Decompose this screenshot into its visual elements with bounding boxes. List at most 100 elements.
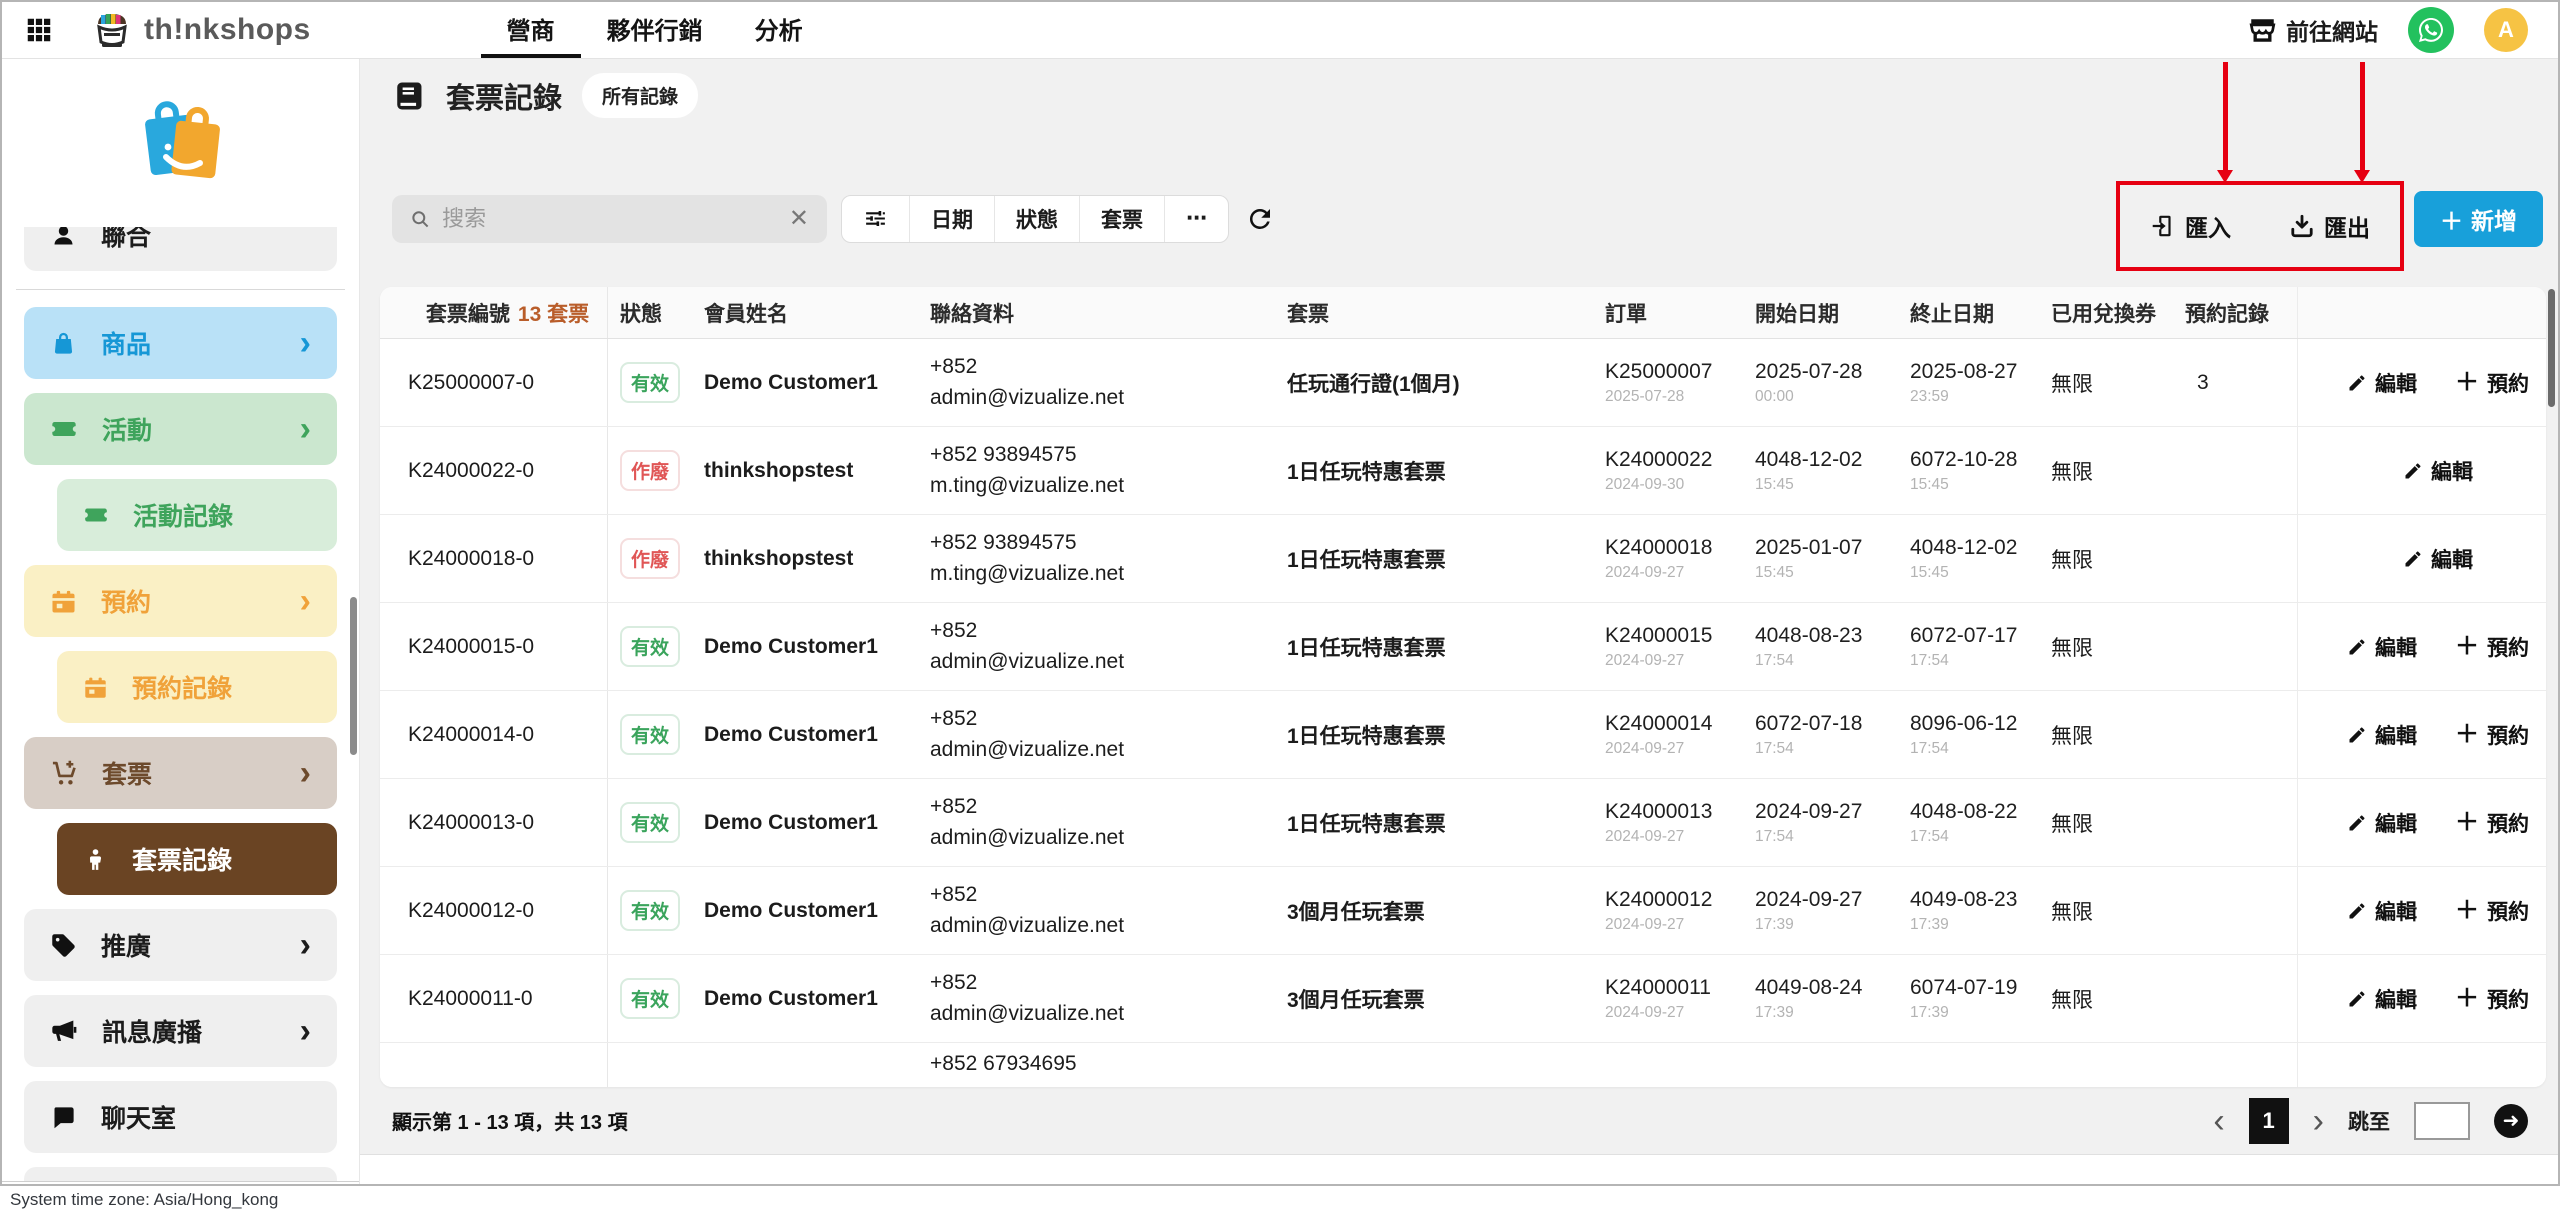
filter-date-button[interactable]: 日期 xyxy=(909,196,994,242)
sidebar: 聯合 商品 › 活動 › 活動記錄 xyxy=(2,59,359,1184)
end-date xyxy=(1898,1043,2043,1087)
header-order: 訂單 xyxy=(1593,287,1743,338)
plus-icon: ＋ xyxy=(2440,202,2463,236)
jump-page-input[interactable] xyxy=(2414,1102,2470,1140)
sidebar-item-event-records[interactable]: 活動記錄 xyxy=(57,479,337,551)
export-button[interactable]: 匯出 xyxy=(2289,209,2370,243)
order-number: K240000152024-09-27 xyxy=(1593,603,1743,690)
pencil-icon xyxy=(2403,461,2423,481)
sidebar-item-booking-records[interactable]: 預約記錄 xyxy=(57,651,337,723)
prev-page-button[interactable]: ‹ xyxy=(2213,1104,2224,1138)
package-name: 1日任玩特惠套票 xyxy=(1273,779,1593,866)
table-scrollbar[interactable] xyxy=(2548,289,2555,407)
booking-count xyxy=(2173,955,2297,1042)
person-icon xyxy=(83,847,108,872)
import-button[interactable]: 匯入 xyxy=(2150,209,2231,243)
reserve-button[interactable]: ＋預約 xyxy=(2455,896,2529,926)
edit-button[interactable]: 編輯 xyxy=(2403,456,2473,486)
edit-button[interactable]: 編輯 xyxy=(2347,720,2417,750)
plus-icon: ＋ xyxy=(2455,371,2479,395)
clear-search-icon[interactable]: ✕ xyxy=(789,204,809,233)
booking-count xyxy=(2173,1043,2297,1087)
apps-grid-icon[interactable] xyxy=(24,15,54,45)
go-page-button[interactable]: ➜ xyxy=(2494,1104,2528,1138)
status-cell xyxy=(608,1043,692,1087)
reserve-button[interactable]: ＋預約 xyxy=(2455,720,2529,750)
header-member-name: 會員姓名 xyxy=(692,287,918,338)
tab-analytics[interactable]: 分析 xyxy=(729,2,829,58)
filter-status-button[interactable]: 狀態 xyxy=(994,196,1079,242)
tag-icon xyxy=(50,932,77,959)
shopping-bag-icon xyxy=(50,330,77,357)
sidebar-item-broadcast[interactable]: 訊息廣播 › xyxy=(24,995,337,1067)
reserve-button[interactable]: ＋預約 xyxy=(2455,984,2529,1014)
current-page-button[interactable]: 1 xyxy=(2249,1098,2289,1144)
tab-business[interactable]: 營商 xyxy=(481,2,581,58)
avatar[interactable]: A xyxy=(2484,8,2528,52)
page-header: 套票記錄 所有記錄 xyxy=(360,59,2558,132)
start-date: 4048-08-2317:54 xyxy=(1743,603,1898,690)
sidebar-item-products[interactable]: 商品 › xyxy=(24,307,337,379)
reserve-button[interactable]: ＋預約 xyxy=(2455,632,2529,662)
status-cell: 作廢 xyxy=(608,515,692,602)
plus-icon: ＋ xyxy=(2455,723,2479,747)
table-row: K24000018-0作廢thinkshopstest+852 93894575… xyxy=(380,515,2546,603)
order-number: K250000072025-07-28 xyxy=(1593,339,1743,426)
filter-more-button[interactable]: ⋯ xyxy=(1164,196,1228,242)
filter-package-button[interactable]: 套票 xyxy=(1079,196,1164,242)
sidebar-item-chatroom[interactable]: 聊天室 xyxy=(24,1081,337,1153)
refresh-button[interactable] xyxy=(1245,204,1275,234)
member-name: Demo Customer1 xyxy=(692,779,918,866)
header-booking-records: 預約記錄 xyxy=(2173,287,2297,338)
refresh-icon xyxy=(1245,204,1275,234)
pencil-icon xyxy=(2347,813,2367,833)
sidebar-item-packages[interactable]: 套票 › xyxy=(24,737,337,809)
edit-button[interactable]: 編輯 xyxy=(2347,896,2417,926)
pencil-icon xyxy=(2347,637,2367,657)
sidebar-item-promotions[interactable]: 推廣 › xyxy=(24,909,337,981)
tab-affiliate-marketing[interactable]: 夥伴行銷 xyxy=(581,2,729,58)
booking-count: 3 xyxy=(2173,339,2297,426)
sidebar-scrollbar[interactable] xyxy=(350,597,357,755)
ticket-id: K24000022-0 xyxy=(380,427,608,514)
ticket-icon xyxy=(83,502,109,528)
row-actions: 編輯 xyxy=(2297,427,2546,514)
header-end-date: 終止日期 xyxy=(1898,287,2043,338)
sidebar-item-events[interactable]: 活動 › xyxy=(24,393,337,465)
status-badge: 有效 xyxy=(620,362,680,403)
reserve-button[interactable]: ＋預約 xyxy=(2455,368,2529,398)
chevron-right-icon: › xyxy=(300,928,311,962)
reserve-button[interactable]: ＋預約 xyxy=(2455,808,2529,838)
filter-settings-button[interactable] xyxy=(842,196,909,242)
ticket-id: K24000013-0 xyxy=(380,779,608,866)
chat-bubble-icon xyxy=(50,1104,77,1131)
edit-button[interactable]: 編輯 xyxy=(2347,984,2417,1014)
go-to-site-button[interactable]: 前往網站 xyxy=(2249,13,2378,47)
edit-button[interactable]: 編輯 xyxy=(2403,544,2473,574)
sidebar-item-bookings[interactable]: 預約 › xyxy=(24,565,337,637)
header-start-date: 開始日期 xyxy=(1743,287,1898,338)
pencil-icon xyxy=(2347,373,2367,393)
edit-button[interactable]: 編輯 xyxy=(2347,808,2417,838)
edit-button[interactable]: 編輯 xyxy=(2347,632,2417,662)
booking-count xyxy=(2173,867,2297,954)
whatsapp-button[interactable] xyxy=(2408,7,2454,53)
search-input[interactable] xyxy=(442,206,777,232)
brand-logo[interactable]: th!nkshops xyxy=(90,10,311,50)
chevron-right-icon: › xyxy=(300,412,311,446)
jump-to-label: 跳至 xyxy=(2348,1106,2390,1136)
start-date: 4048-12-0215:45 xyxy=(1743,427,1898,514)
booking-count xyxy=(2173,427,2297,514)
table-row: K24000013-0有效Demo Customer1+852admin@viz… xyxy=(380,779,2546,867)
next-page-button[interactable]: › xyxy=(2313,1104,2324,1138)
end-date: 2025-08-2723:59 xyxy=(1898,339,2043,426)
pencil-icon xyxy=(2347,989,2367,1009)
sidebar-item-package-records[interactable]: 套票記錄 xyxy=(57,823,337,895)
sidebar-item-union[interactable]: 聯合 xyxy=(24,227,337,271)
used-vouchers: 無限 xyxy=(2043,779,2173,866)
add-button[interactable]: ＋ 新增 xyxy=(2414,191,2543,247)
edit-button[interactable]: 編輯 xyxy=(2347,368,2417,398)
plus-icon: ＋ xyxy=(2455,635,2479,659)
start-date: 4049-08-2417:39 xyxy=(1743,955,1898,1042)
records-filter-badge[interactable]: 所有記錄 xyxy=(582,73,698,118)
